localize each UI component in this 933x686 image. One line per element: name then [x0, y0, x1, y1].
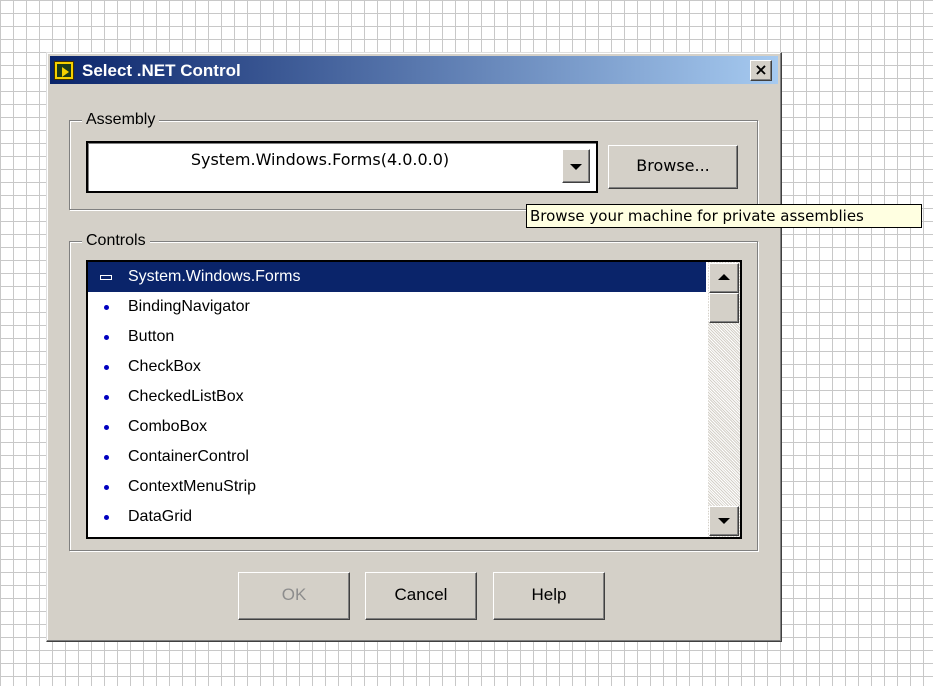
- browse-tooltip: Browse your machine for private assembli…: [526, 204, 922, 228]
- controls-group: Controls System.Windows.Forms BindingNavi…: [69, 232, 758, 551]
- arrow-up-icon: [718, 274, 730, 280]
- assembly-group: Assembly System.Windows.Forms(4.0.0.0) B…: [69, 111, 758, 210]
- list-item[interactable]: CheckedListBox: [88, 382, 706, 412]
- dialog-title: Select .NET Control: [82, 61, 241, 80]
- help-button[interactable]: Help: [493, 572, 605, 620]
- bullet-icon: [104, 485, 109, 490]
- list-item-label: System.Windows.Forms: [128, 268, 301, 285]
- list-item[interactable]: DataGrid: [88, 502, 706, 532]
- list-item-label: ComboBox: [128, 418, 208, 435]
- vertical-scrollbar[interactable]: [708, 262, 740, 537]
- list-item-namespace[interactable]: System.Windows.Forms: [88, 262, 706, 292]
- bullet-icon: [104, 305, 109, 310]
- assembly-group-label: Assembly: [82, 111, 160, 129]
- list-item-label: ContextMenuStrip: [128, 478, 257, 495]
- bullet-icon: [104, 335, 109, 340]
- list-item-label: CheckedListBox: [128, 388, 244, 405]
- title-bar[interactable]: Select .NET Control ×: [50, 56, 778, 84]
- bullet-icon: [104, 365, 109, 370]
- bullet-icon: [104, 395, 109, 400]
- list-item-label: Button: [128, 328, 175, 345]
- list-item-label: ContainerControl: [128, 448, 249, 465]
- labview-app-icon: [54, 61, 74, 80]
- list-item[interactable]: ContainerControl: [88, 442, 706, 472]
- scroll-up-button[interactable]: [709, 263, 739, 293]
- bullet-icon: [104, 455, 109, 460]
- list-item[interactable]: Button: [88, 322, 706, 352]
- list-item-label: CheckBox: [128, 358, 201, 375]
- bullet-icon: [104, 425, 109, 430]
- scroll-thumb[interactable]: [709, 293, 739, 323]
- list-item-label: DataGrid: [128, 508, 193, 525]
- list-item[interactable]: BindingNavigator: [88, 292, 706, 322]
- ok-button[interactable]: OK: [238, 572, 350, 620]
- controls-group-label: Controls: [82, 232, 150, 250]
- collapse-icon: [100, 275, 112, 280]
- list-item-label: BindingNavigator: [128, 298, 250, 315]
- bullet-icon: [104, 515, 109, 520]
- assembly-selected-value: System.Windows.Forms(4.0.0.0): [190, 150, 450, 169]
- close-button[interactable]: ×: [750, 60, 772, 81]
- cancel-button[interactable]: Cancel: [365, 572, 477, 620]
- browse-button[interactable]: Browse...: [608, 145, 738, 189]
- arrow-down-icon: [718, 518, 730, 524]
- scroll-down-button[interactable]: [709, 506, 739, 536]
- list-item[interactable]: ContextMenuStrip: [88, 472, 706, 502]
- list-item[interactable]: ComboBox: [88, 412, 706, 442]
- assembly-dropdown[interactable]: System.Windows.Forms(4.0.0.0): [86, 141, 598, 193]
- close-icon: ×: [754, 60, 768, 79]
- chevron-down-icon: [570, 164, 582, 170]
- select-net-control-dialog: Select .NET Control × Assembly System.Wi…: [46, 52, 782, 642]
- list-item[interactable]: CheckBox: [88, 352, 706, 382]
- controls-list[interactable]: System.Windows.Forms BindingNavigator Butt…: [86, 260, 742, 539]
- controls-list-items: System.Windows.Forms BindingNavigator Butt…: [88, 262, 706, 537]
- assembly-dropdown-button[interactable]: [562, 149, 590, 183]
